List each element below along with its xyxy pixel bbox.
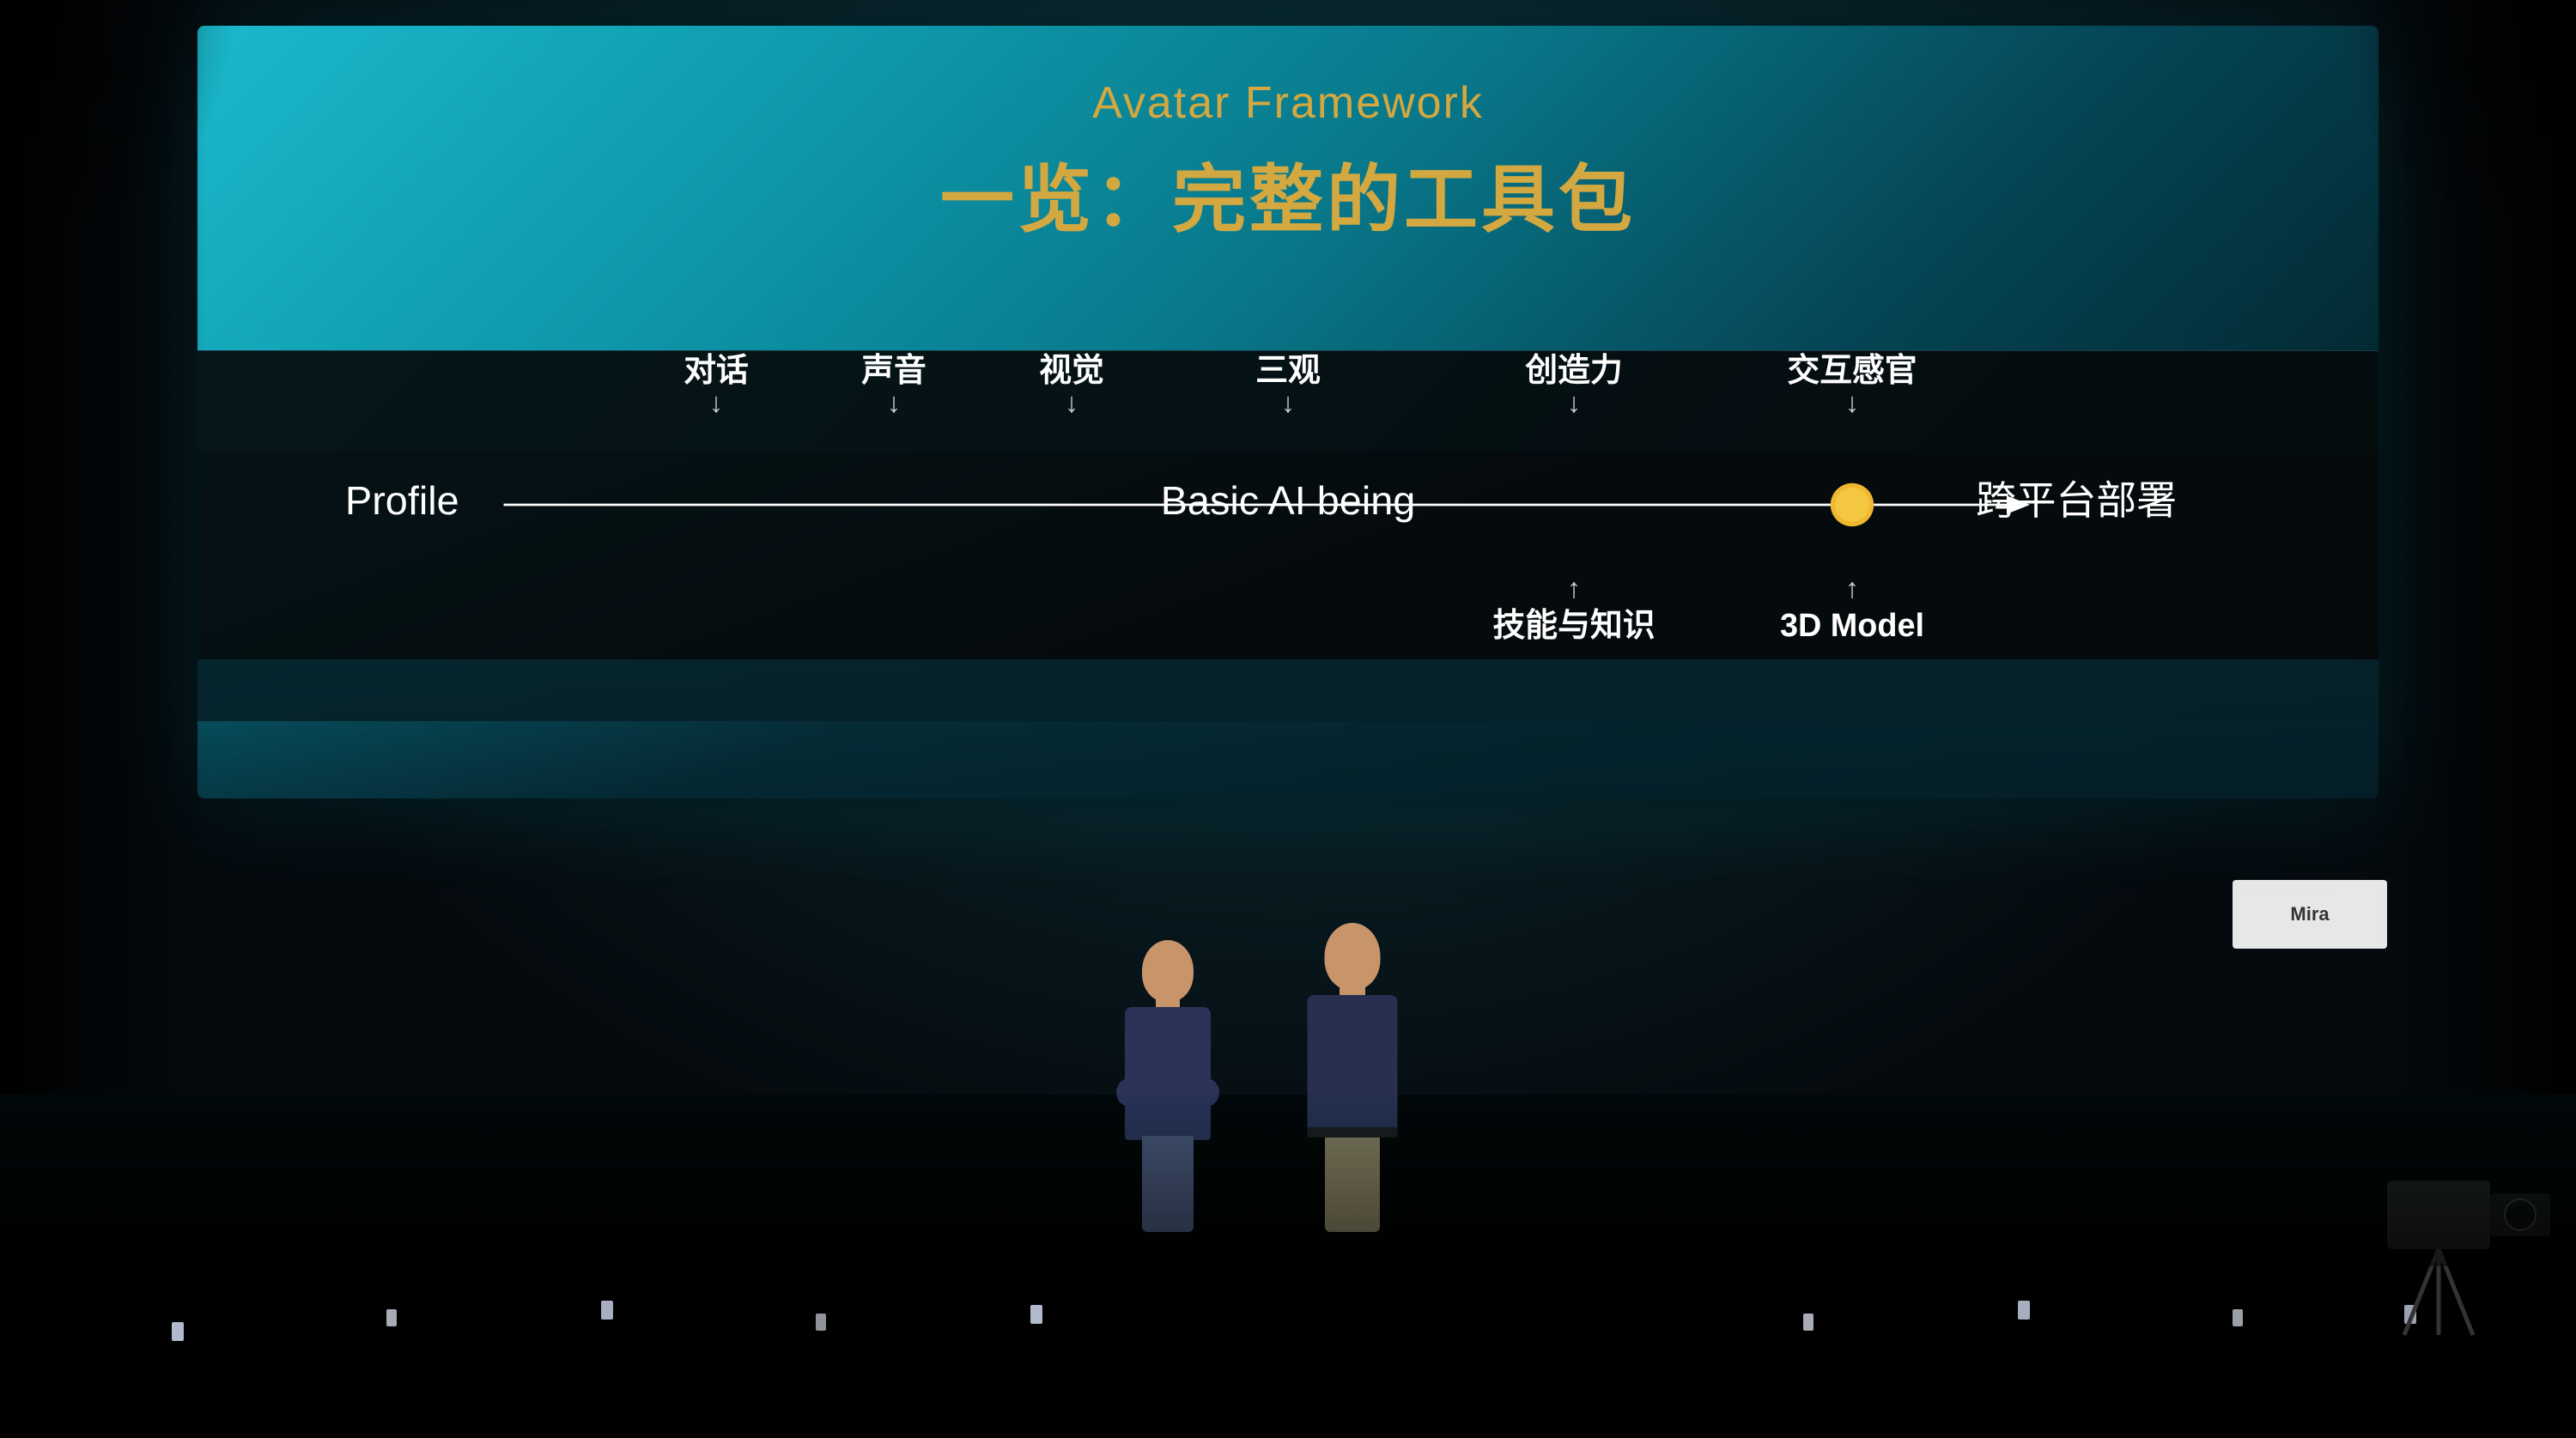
phone-light-6 bbox=[1803, 1314, 1814, 1331]
phone-light-8 bbox=[2233, 1309, 2243, 1326]
info-card-text: Mira bbox=[2290, 903, 2329, 925]
stage-area bbox=[0, 1026, 2576, 1438]
phone-light-3 bbox=[601, 1301, 613, 1320]
arrow-shengyin: ↓ bbox=[887, 387, 901, 418]
slide-title-english: Avatar Framework bbox=[197, 77, 2379, 129]
label-jineng: 技能与知识 bbox=[1493, 608, 1656, 644]
corner-dark-left bbox=[0, 0, 240, 275]
phone-light-4 bbox=[816, 1314, 826, 1331]
phone-light-7 bbox=[2018, 1301, 2030, 1320]
presentation-screen: Avatar Framework 一览：完整的工具包 对话 ↓ 声音 ↓ 视觉 … bbox=[197, 26, 2379, 798]
person-left-head bbox=[1142, 940, 1194, 1002]
slide-title-area: Avatar Framework 一览：完整的工具包 bbox=[197, 77, 2379, 246]
corner-dark-right bbox=[2336, 0, 2576, 275]
label-cross-platform: 跨平台部署 bbox=[1976, 478, 2177, 523]
arrow-chuangzaoli: ↓ bbox=[1567, 387, 1581, 418]
presentation-scene: Avatar Framework 一览：完整的工具包 对话 ↓ 声音 ↓ 视觉 … bbox=[0, 0, 2576, 1438]
label-chuangzaoli: 创造力 bbox=[1525, 353, 1622, 389]
person-right-head bbox=[1325, 923, 1381, 990]
framework-diagram: 对话 ↓ 声音 ↓ 视觉 ↓ 三观 ↓ 创造力 ↓ 交互感官 ↓ Profile bbox=[307, 319, 2269, 737]
label-3dmodel: 3D Model bbox=[1780, 608, 1924, 644]
label-basic-ai-being: Basic AI being bbox=[1161, 478, 1416, 523]
phone-light-5 bbox=[1030, 1305, 1042, 1324]
arrow-duihua: ↓ bbox=[709, 387, 723, 418]
arrow-up-jinen: ↑ bbox=[1567, 573, 1581, 604]
label-profile: Profile bbox=[345, 478, 459, 523]
label-shijue: 视觉 bbox=[1039, 353, 1104, 389]
phone-light-1 bbox=[172, 1322, 184, 1341]
label-shengyin: 声音 bbox=[861, 353, 927, 389]
arrow-sanguan: ↓ bbox=[1281, 387, 1295, 418]
arrow-jiaohu: ↓ bbox=[1845, 387, 1859, 418]
info-card: Mira bbox=[2233, 880, 2387, 949]
arrow-shijue: ↓ bbox=[1065, 387, 1078, 418]
audience-glow bbox=[0, 1095, 2576, 1266]
arrow-up-3dmodel: ↑ bbox=[1845, 573, 1859, 604]
label-duihua: 对话 bbox=[683, 353, 749, 389]
label-jiaohu: 交互感官 bbox=[1787, 352, 1917, 389]
phone-light-2 bbox=[386, 1309, 397, 1326]
slide-title-chinese: 一览：完整的工具包 bbox=[197, 139, 2379, 246]
label-sanguan: 三观 bbox=[1255, 353, 1321, 389]
timeline-node-inner bbox=[1835, 488, 1869, 522]
